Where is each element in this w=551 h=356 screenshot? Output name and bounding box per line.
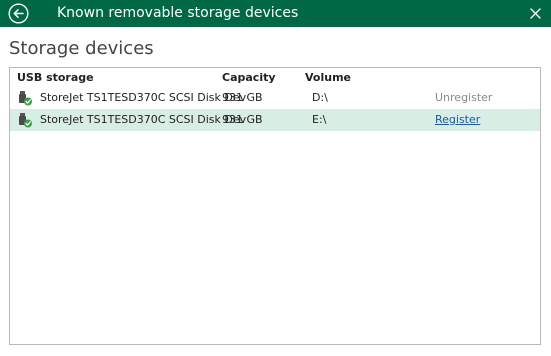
column-header-volume: Volume bbox=[305, 71, 351, 84]
table-row[interactable]: StoreJet TS1TESD370C SCSI Disk Dev 931 G… bbox=[10, 87, 540, 109]
device-capacity: 931 GB bbox=[222, 113, 263, 126]
section-title: Storage devices bbox=[9, 38, 154, 59]
close-icon[interactable] bbox=[528, 6, 543, 21]
device-volume: E:\ bbox=[312, 113, 327, 126]
back-arrow-icon[interactable] bbox=[8, 3, 29, 24]
table-row[interactable]: StoreJet TS1TESD370C SCSI Disk Dev 931 G… bbox=[10, 109, 540, 131]
device-name: StoreJet TS1TESD370C SCSI Disk Dev bbox=[40, 91, 247, 104]
usb-drive-icon bbox=[19, 113, 32, 128]
column-header-capacity: Capacity bbox=[222, 71, 276, 84]
device-volume: D:\ bbox=[312, 91, 328, 104]
storage-devices-table: USB storage Capacity Volume StoreJet TS1… bbox=[9, 67, 541, 345]
unregister-button[interactable]: Unregister bbox=[435, 91, 492, 105]
title-bar: Known removable storage devices bbox=[0, 0, 551, 27]
device-name: StoreJet TS1TESD370C SCSI Disk Dev bbox=[40, 113, 247, 126]
device-capacity: 931 GB bbox=[222, 91, 263, 104]
window-title: Known removable storage devices bbox=[57, 5, 299, 21]
register-link[interactable]: Register bbox=[435, 113, 480, 127]
usb-drive-icon bbox=[19, 91, 32, 106]
column-header-usb-storage: USB storage bbox=[17, 71, 94, 84]
